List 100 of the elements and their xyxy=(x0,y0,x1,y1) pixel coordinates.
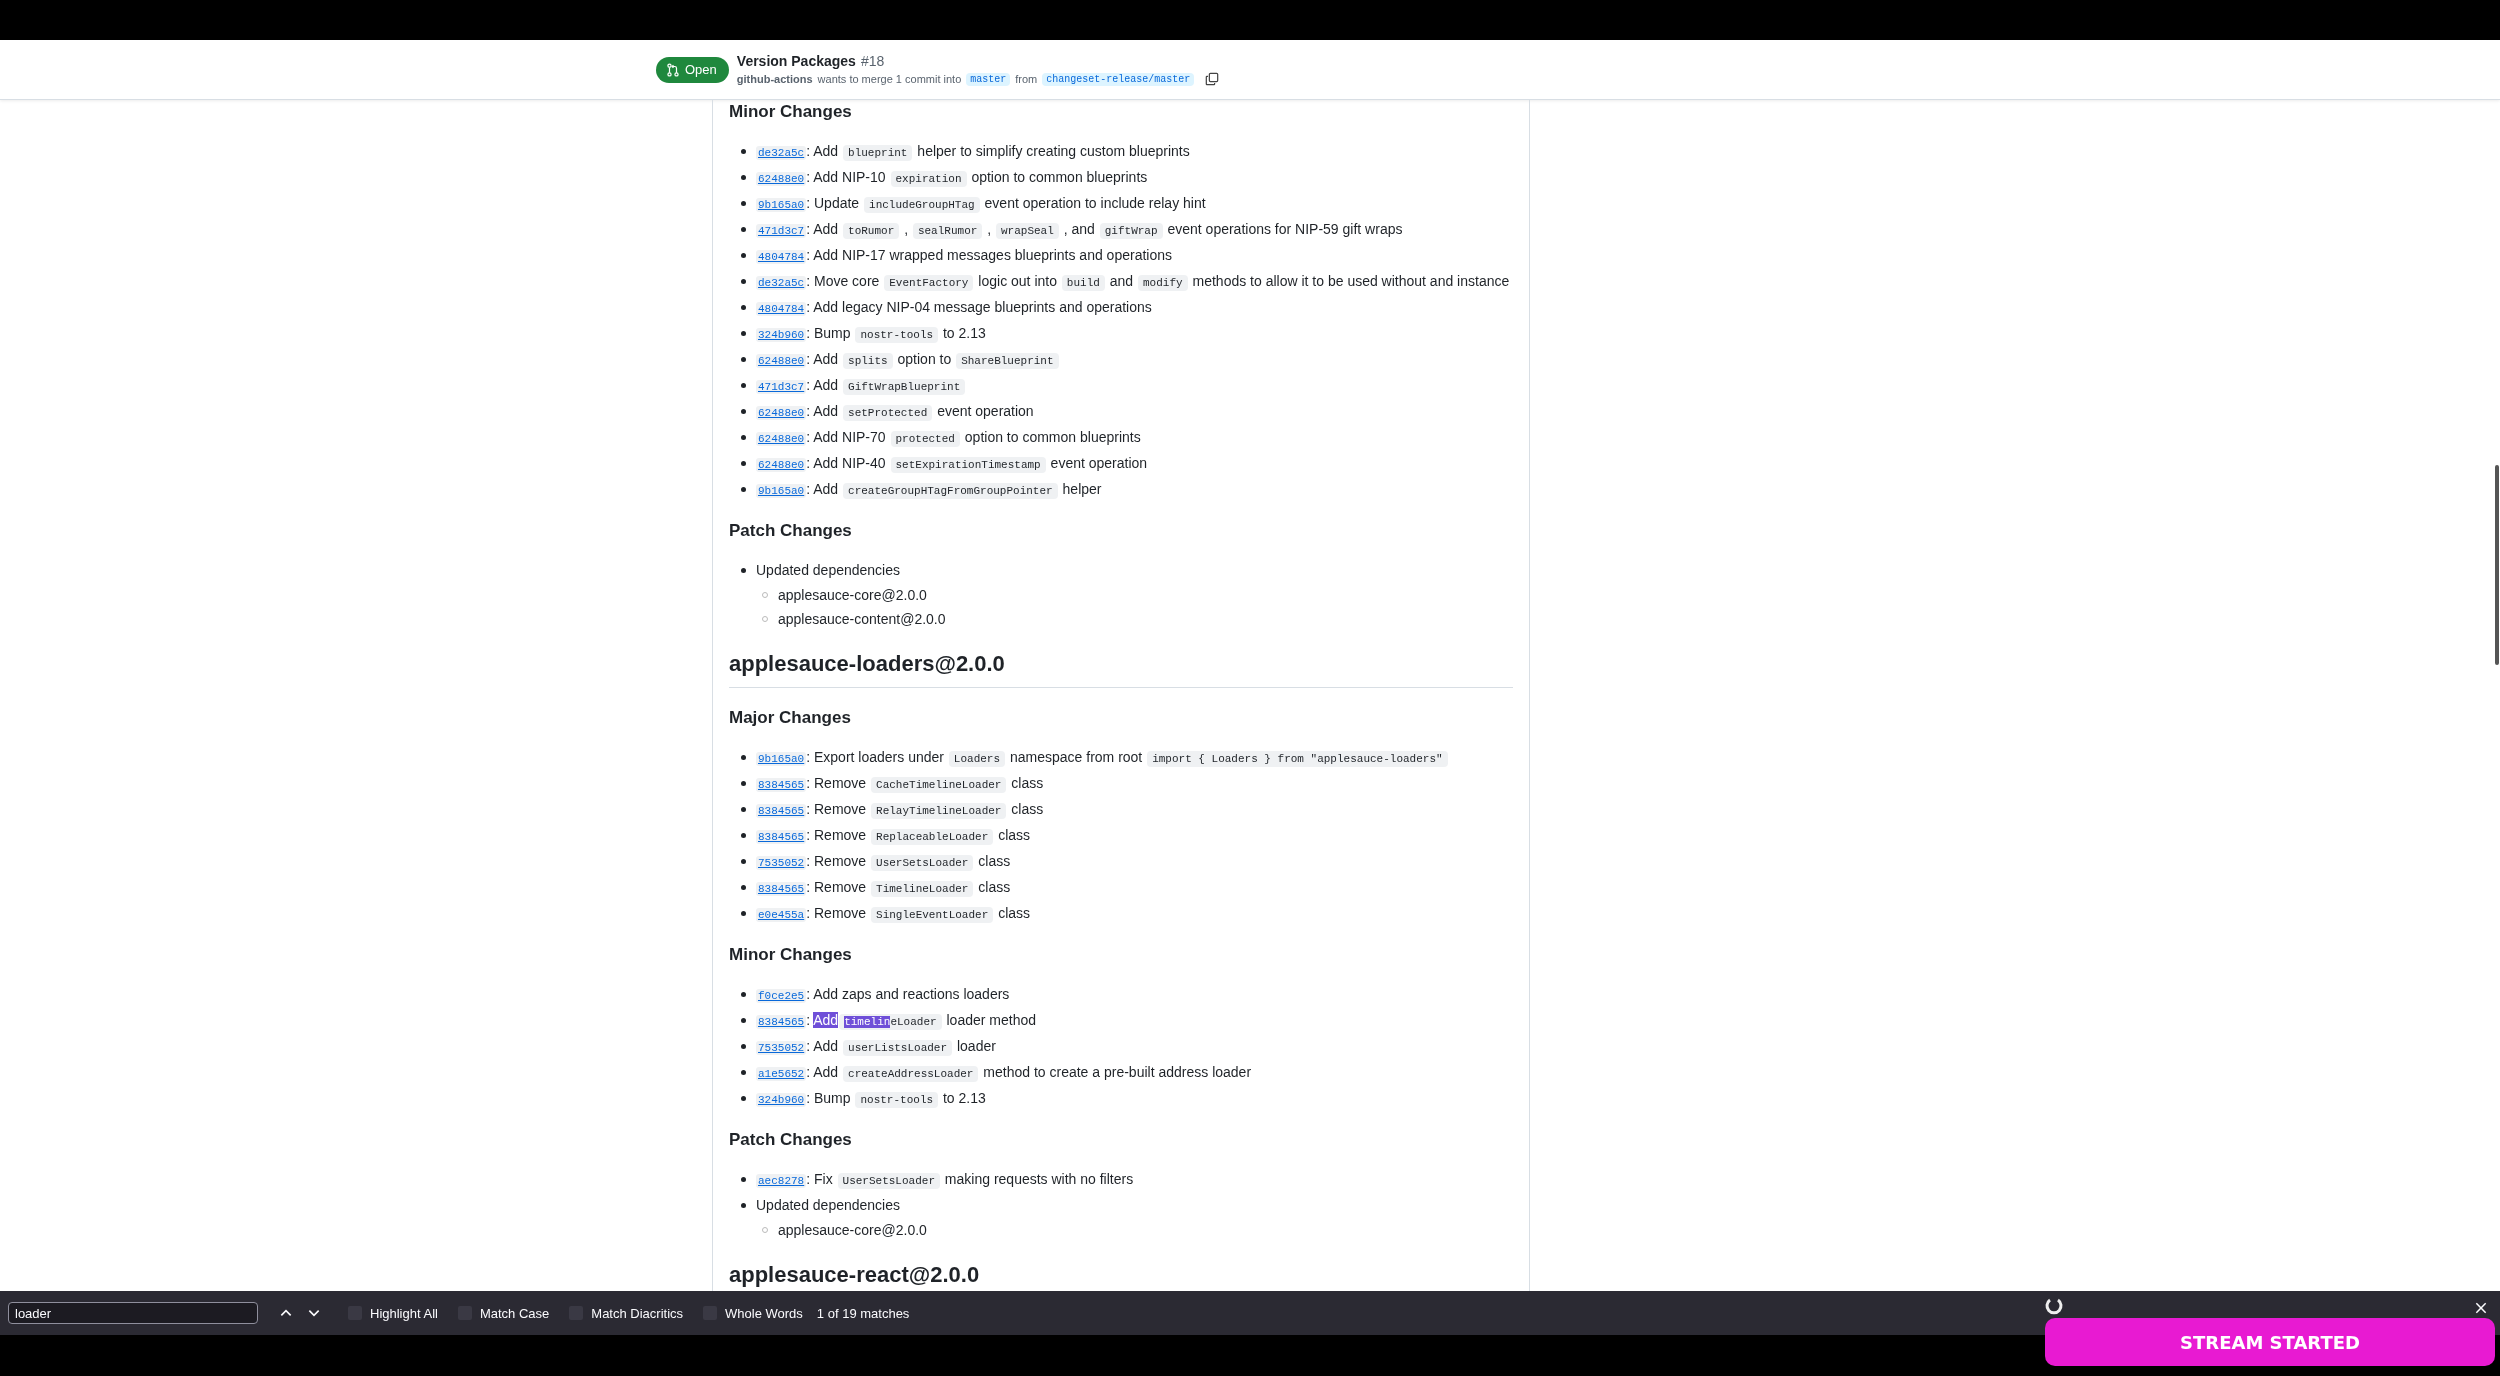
bullet-icon xyxy=(741,460,746,466)
changelog-entry: 62488e0: Add setProtected event operation xyxy=(756,403,1034,419)
bullet-icon xyxy=(741,278,746,284)
bullet-icon xyxy=(741,408,746,414)
dependency-entry: applesauce-core@2.0.0 xyxy=(778,1222,927,1238)
commit-link[interactable]: e0e455a xyxy=(756,908,807,922)
bullet-icon xyxy=(741,434,746,440)
option-label[interactable]: Highlight All xyxy=(370,1305,438,1321)
section-heading: Major Changes xyxy=(729,707,852,729)
bullet-icon xyxy=(741,1017,746,1023)
author-name[interactable]: github-actions xyxy=(736,73,813,85)
bullet-icon xyxy=(741,832,746,838)
changelog-entry: e0e455a: Remove SingleEventLoader class xyxy=(756,905,1031,921)
head-branch[interactable]: changeset-release/master xyxy=(1042,72,1195,86)
copy-icon[interactable] xyxy=(1205,72,1220,86)
bullet-icon xyxy=(741,1095,746,1101)
changelog-entry: 4804784: Add legacy NIP-04 message blueprints and operations xyxy=(756,299,1152,315)
dependency-entry: applesauce-content@2.0.0 xyxy=(778,611,946,627)
section-heading: Patch Changes xyxy=(729,1129,853,1151)
changelog-entry: 9b165a0: Export loaders under Loaders namespace from root import { Loaders } from "applesauce-loaders" xyxy=(756,749,1449,765)
bullet-icon xyxy=(741,567,746,573)
bullet-icon xyxy=(741,1176,746,1182)
changelog-entry: de32a5c: Add blueprint helper to simplify creating custom blueprints xyxy=(756,143,1190,159)
commit-link[interactable]: 9b165a0 xyxy=(756,484,807,498)
commit-link[interactable]: 8384565 xyxy=(756,804,807,818)
changelog-entry: 7535052: Remove UserSetsLoader class xyxy=(756,853,1011,869)
bullet-icon xyxy=(741,991,746,997)
changelog-entry: 8384565: Remove RelayTimelineLoader class xyxy=(756,801,1044,817)
section-heading: Patch Changes xyxy=(729,520,853,542)
bullet-icon xyxy=(741,356,746,362)
commit-link[interactable]: 9b165a0 xyxy=(756,752,807,766)
commit-link[interactable]: 62488e0 xyxy=(756,406,807,420)
commit-link[interactable]: 9b165a0 xyxy=(756,198,807,212)
match-count: 1 of 19 matches xyxy=(816,1305,910,1321)
section-heading: Minor Changes xyxy=(729,944,853,966)
changelog-entry: de32a5c: Move core EventFactory logic out into build and modify methods to allow it to be used without and instance xyxy=(756,273,1510,289)
commit-link[interactable]: 324b960 xyxy=(756,1093,807,1107)
stream-notification: STREAM STARTED xyxy=(2045,1318,2495,1366)
changelog-entry: 8384565: Remove TimelineLoader class xyxy=(756,879,1011,895)
dependency-entry: applesauce-core@2.0.0 xyxy=(778,587,927,603)
changelog-entry: 471d3c7: Add toRumor , sealRumor , wrapSeal , and giftWrap event operations for NIP-59 gift wraps xyxy=(756,221,1403,237)
commit-link[interactable]: 8384565 xyxy=(756,830,807,844)
commit-link[interactable]: 7535052 xyxy=(756,856,807,870)
commit-link[interactable]: 62488e0 xyxy=(756,172,807,186)
bullet-icon xyxy=(741,200,746,206)
changelog-entry: 8384565: Add timelineLoader loader method xyxy=(756,1012,1036,1028)
changelog-entry: 324b960: Bump nostr-tools to 2.13 xyxy=(756,325,986,341)
commit-link[interactable]: a1e5652 xyxy=(756,1067,807,1081)
commit-link[interactable]: 62488e0 xyxy=(756,432,807,446)
pr-number: #18 xyxy=(860,53,885,69)
option-label[interactable]: Match Case xyxy=(479,1305,550,1321)
bullet-icon xyxy=(741,148,746,154)
commit-link[interactable]: 8384565 xyxy=(756,882,807,896)
pr-title: Version Packages xyxy=(736,53,856,69)
base-branch[interactable]: master xyxy=(966,72,1011,86)
bullet-icon xyxy=(741,252,746,258)
commit-link[interactable]: 471d3c7 xyxy=(756,380,807,394)
option-label[interactable]: Match Diacritics xyxy=(591,1305,684,1321)
commit-link[interactable]: 4804784 xyxy=(756,302,807,316)
bullet-icon xyxy=(741,226,746,232)
changelog-entry: 62488e0: Add splits option to ShareBlueprint xyxy=(756,351,1060,367)
changelog-entry: 9b165a0: Update includeGroupHTag event operation to include relay hint xyxy=(756,195,1206,211)
bullet-icon xyxy=(741,1202,746,1208)
bullet-icon xyxy=(741,1043,746,1049)
commit-link[interactable]: 324b960 xyxy=(756,328,807,342)
bullet-icon xyxy=(741,304,746,310)
merge-summary: wants to merge 1 commit into xyxy=(817,73,962,85)
changelog-entry: 324b960: Bump nostr-tools to 2.13 xyxy=(756,1090,986,1106)
changelog-entry: 9b165a0: Add createGroupHTagFromGroupPointer helper xyxy=(756,481,1102,497)
find-field[interactable]: loader xyxy=(8,1302,258,1324)
bullet-icon xyxy=(741,780,746,786)
option-label[interactable]: Whole Words xyxy=(725,1305,803,1321)
commit-link[interactable]: de32a5c xyxy=(756,276,807,290)
commit-link[interactable]: aec8278 xyxy=(756,1174,807,1188)
commit-link[interactable]: 7535052 xyxy=(756,1041,807,1055)
loading-cursor-icon xyxy=(2044,1296,2064,1316)
bullet-icon xyxy=(741,884,746,890)
close-icon[interactable] xyxy=(2474,1301,2488,1315)
commit-link[interactable]: 8384565 xyxy=(756,778,807,792)
changelog-entry: 62488e0: Add NIP-10 expiration option to common blueprints xyxy=(756,169,1148,185)
commit-link[interactable]: 4804784 xyxy=(756,250,807,264)
bullet-icon xyxy=(741,330,746,336)
changelog-entry: 7535052: Add userListsLoader loader xyxy=(756,1038,996,1054)
changelog-entry: 8384565: Remove ReplaceableLoader class xyxy=(756,827,1031,843)
changelog-entry: 8384565: Remove CacheTimelineLoader class xyxy=(756,775,1044,791)
commit-link[interactable]: 8384565 xyxy=(756,1015,807,1029)
commit-link[interactable]: f0ce2e5 xyxy=(756,989,807,1003)
bullet-icon xyxy=(741,1069,746,1075)
commit-link[interactable]: 62488e0 xyxy=(756,458,807,472)
commit-link[interactable]: 471d3c7 xyxy=(756,224,807,238)
commit-link[interactable]: de32a5c xyxy=(756,146,807,160)
commit-link[interactable]: 62488e0 xyxy=(756,354,807,368)
changelog-entry: f0ce2e5: Add zaps and reactions loaders xyxy=(756,986,1010,1002)
pull-request-icon xyxy=(666,62,680,77)
bullet-icon xyxy=(741,486,746,492)
changelog-entry: 62488e0: Add NIP-70 protected option to common blueprints xyxy=(756,429,1141,445)
changelog-entry: Updated dependencies xyxy=(756,1197,900,1213)
scrollbar-thumb[interactable] xyxy=(2495,465,2499,665)
changelog-entry: 4804784: Add NIP-17 wrapped messages blueprints and operations xyxy=(756,247,1172,263)
changelog-entry: a1e5652: Add createAddressLoader method to create a pre-built address loader xyxy=(756,1064,1252,1080)
